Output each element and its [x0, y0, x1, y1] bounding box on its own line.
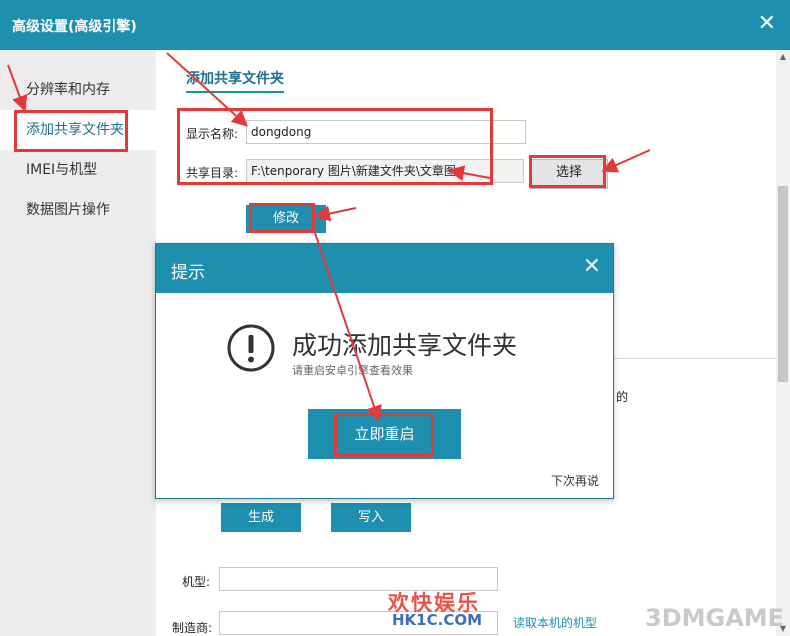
model-label: 机型:	[182, 575, 211, 589]
restart-now-button[interactable]: 立即重启	[308, 409, 461, 459]
display-name-label: 显示名称:	[186, 127, 239, 141]
write-button[interactable]: 写入	[331, 503, 411, 532]
dialog-title: 提示	[171, 263, 205, 283]
share-dir-input[interactable]: F:\tenporary 图片\新建文件夹\文章图	[246, 159, 524, 183]
vertical-scrollbar[interactable]: ▲ ▼	[776, 50, 790, 636]
sidebar-item-imei-model[interactable]: IMEI与机型	[0, 150, 156, 190]
dialog-submessage: 请重启安卓引擎查看效果	[292, 364, 413, 377]
imei-partial-text: 的	[616, 390, 629, 404]
window-titlebar: 高级设置(高级引擎) ✕	[0, 0, 790, 50]
window-title: 高级设置(高级引擎)	[12, 19, 137, 35]
scroll-thumb[interactable]	[778, 186, 788, 382]
watermark-left-url: HK1C.COM	[392, 611, 483, 629]
sidebar-item-resolution-memory[interactable]: 分辨率和内存	[0, 70, 156, 110]
sidebar-item-add-shared-folder[interactable]: 添加共享文件夹	[0, 110, 156, 150]
dialog-message: 成功添加共享文件夹	[292, 331, 518, 360]
sidebar-item-data-image-ops[interactable]: 数据图片操作	[0, 190, 156, 230]
dialog-header: 提示 ✕	[156, 244, 613, 293]
read-model-link[interactable]: 读取本机的机型	[513, 614, 597, 631]
section-title-shared-folder: 添加共享文件夹	[186, 68, 284, 93]
window-close-icon[interactable]: ✕	[758, 11, 776, 37]
dialog-close-icon[interactable]: ✕	[583, 254, 601, 279]
share-dir-label: 共享目录:	[186, 166, 239, 180]
choose-button[interactable]: 选择	[530, 159, 608, 189]
maker-label: 制造商:	[172, 621, 213, 635]
success-dialog: 提示 ✕ 成功添加共享文件夹 请重启安卓引擎查看效果 立即重启 下次再说	[155, 243, 614, 499]
display-name-input[interactable]: dongdong	[246, 120, 526, 144]
later-link[interactable]: 下次再说	[551, 472, 599, 489]
exclamation-icon	[227, 324, 275, 372]
modify-button[interactable]: 修改	[246, 205, 326, 233]
scroll-up-arrow-icon[interactable]: ▲	[776, 50, 790, 64]
sidebar: 分辨率和内存 添加共享文件夹 IMEI与机型 数据图片操作	[0, 50, 156, 636]
generate-button[interactable]: 生成	[221, 503, 301, 532]
watermark-3dmgame: 3DMGAME	[645, 604, 785, 632]
